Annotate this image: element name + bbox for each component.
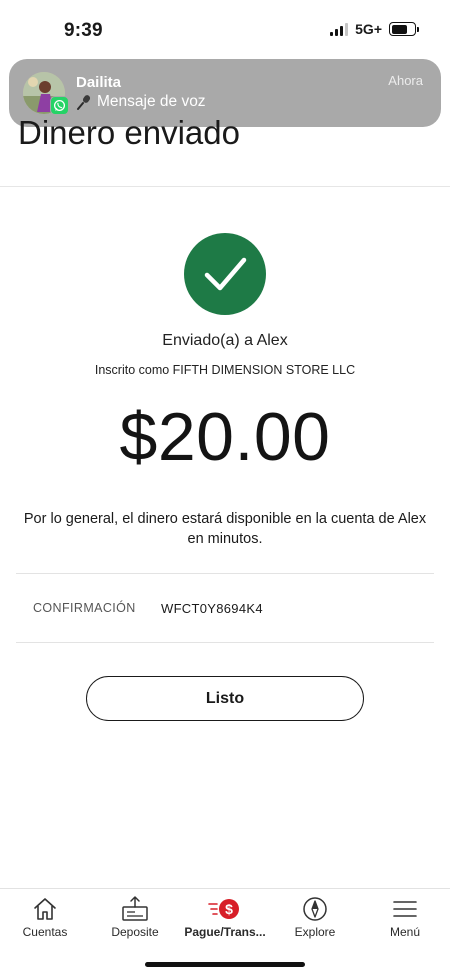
battery-icon <box>389 22 419 36</box>
home-indicator[interactable] <box>145 962 305 967</box>
hamburger-menu-icon <box>393 901 417 917</box>
cellular-signal-icon <box>330 22 349 36</box>
tab-label: Cuentas <box>22 925 68 939</box>
compass-icon <box>303 897 327 921</box>
tab-menu[interactable]: Menú <box>360 889 450 951</box>
notification-sender: Dailita <box>76 74 122 91</box>
availability-note: Por lo general, el dinero estará disponi… <box>23 511 427 547</box>
success-status <box>184 233 266 315</box>
deposit-check-icon <box>122 896 148 921</box>
tab-explore[interactable]: Explore <box>270 889 360 951</box>
home-icon <box>34 898 56 920</box>
divider <box>16 573 434 574</box>
amount-sent: $20.00 <box>119 399 331 475</box>
notification-message: Mensaje de voz <box>76 93 206 111</box>
page-title: Dinero enviado <box>18 114 240 151</box>
network-type: 5G+ <box>355 21 382 37</box>
recipient-text: Enviado(a) a Alex <box>162 332 288 349</box>
enrolled-as-text: Inscrito como FIFTH DIMENSION STORE LLC <box>94 363 356 377</box>
status-indicators: 5G+ <box>330 21 419 37</box>
tab-label: Pague/Trans... <box>184 925 266 939</box>
svg-text:$: $ <box>225 901 233 917</box>
confirmation-number: WFCT0Y8694K4 <box>161 601 263 616</box>
notification-message-text: Mensaje de voz <box>97 93 206 110</box>
divider <box>16 642 434 643</box>
confirmation-label: CONFIRMACIÓN <box>33 601 136 615</box>
notification-time: Ahora <box>388 73 423 88</box>
tab-cuentas[interactable]: Cuentas <box>0 889 90 951</box>
tab-label: Menú <box>389 925 421 939</box>
checkmark-icon <box>204 257 247 291</box>
whatsapp-icon <box>50 96 69 115</box>
tab-label: Explore <box>294 925 336 939</box>
status-bar: 9:39 5G+ <box>0 0 450 58</box>
dollar-transfer-icon: $ <box>208 899 239 919</box>
done-button[interactable]: Listo <box>86 676 364 721</box>
microphone-icon <box>77 95 91 110</box>
tab-deposite[interactable]: Deposite <box>90 889 180 951</box>
status-time: 9:39 <box>64 20 103 41</box>
tab-pague-transfiera[interactable]: $ Pague/Trans... <box>180 889 270 951</box>
tab-label: Deposite <box>111 925 159 939</box>
header-divider <box>0 186 450 187</box>
